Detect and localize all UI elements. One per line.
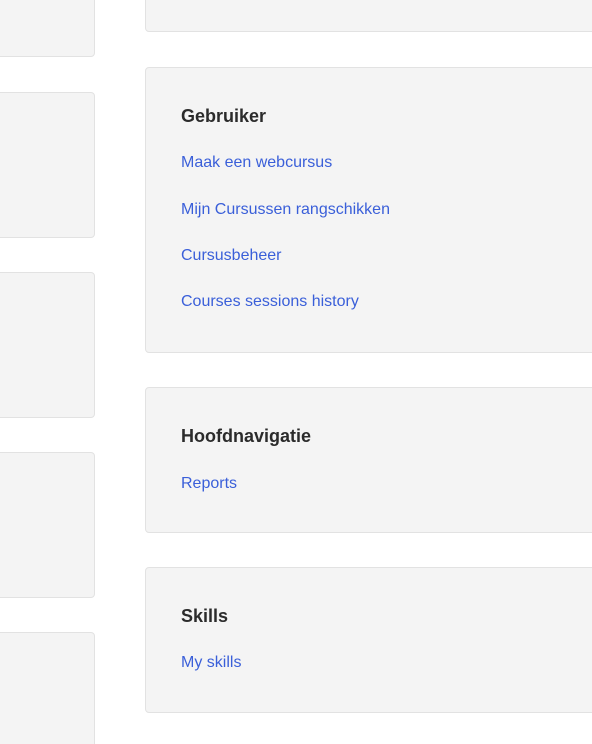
page: Gebruiker Maak een webcursus Mijn Cursus… xyxy=(0,0,592,744)
link-maak-een-webcursus[interactable]: Maak een webcursus xyxy=(181,153,332,173)
link-courses-sessions-history[interactable]: Courses sessions history xyxy=(181,292,359,312)
left-card-2 xyxy=(0,92,95,238)
block-title-hoofdnavigatie: Hoofdnavigatie xyxy=(181,426,312,446)
link-cursusbeheer[interactable]: Cursusbeheer xyxy=(181,246,282,266)
left-card-3 xyxy=(0,272,95,418)
block-gebruiker: Gebruiker Maak een webcursus Mijn Cursus… xyxy=(145,67,592,353)
link-mijn-cursussen-rangschikken[interactable]: Mijn Cursussen rangschikken xyxy=(181,200,390,220)
link-reports[interactable]: Reports xyxy=(181,474,237,494)
top-panel xyxy=(145,0,592,32)
block-skills: Skills My skills xyxy=(145,567,592,713)
left-card-5 xyxy=(0,632,95,744)
left-card-1 xyxy=(0,0,95,57)
block-title-gebruiker: Gebruiker xyxy=(181,106,267,126)
block-title-skills: Skills xyxy=(181,606,229,626)
block-hoofdnavigatie: Hoofdnavigatie Reports xyxy=(145,387,592,533)
left-card-4 xyxy=(0,452,95,598)
link-my-skills[interactable]: My skills xyxy=(181,653,241,673)
